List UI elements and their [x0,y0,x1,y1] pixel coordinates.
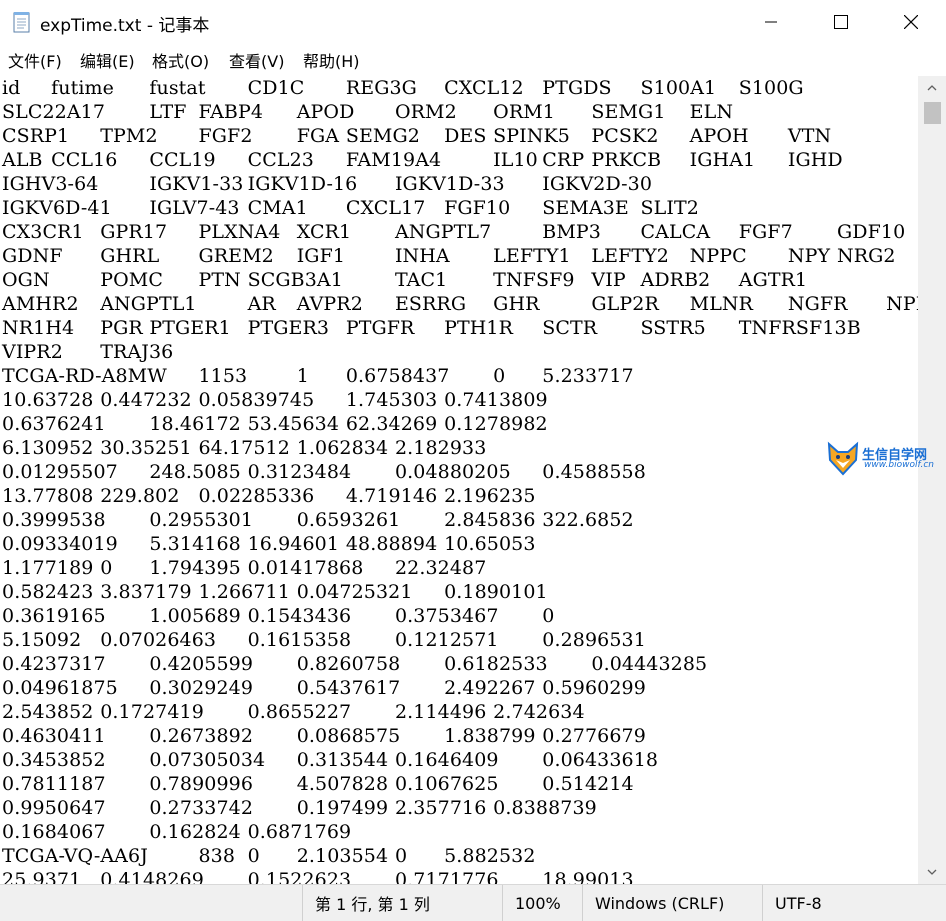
menu-help[interactable]: 帮助(H) [303,48,360,72]
title-bar[interactable]: expTime.txt - 记事本 [0,0,946,44]
scroll-down-button[interactable] [918,860,946,884]
menu-view[interactable]: 查看(V) [229,48,284,72]
chevron-up-icon [927,85,937,91]
notepad-icon [13,11,31,33]
notepad-window: expTime.txt - 记事本 文件(F) 编辑(E) 格式(O) 查看(V… [0,0,946,921]
cursor-position: 第 1 行, 第 1 列 [302,885,502,921]
maximize-button[interactable] [806,0,876,44]
menu-edit[interactable]: 编辑(E) [80,48,135,72]
scroll-up-button[interactable] [918,76,946,100]
close-button[interactable] [876,0,946,44]
minimize-button[interactable] [736,0,806,44]
window-title: expTime.txt - 记事本 [40,16,210,36]
zoom-level: 100% [502,885,582,921]
minimize-icon [765,21,777,23]
maximize-icon [834,15,848,29]
menu-file[interactable]: 文件(F) [8,48,62,72]
scroll-thumb[interactable] [924,102,941,124]
close-icon [904,15,918,29]
watermark: 生信自学网 www.biowolf.cn [824,438,944,478]
fox-logo-icon [827,441,859,476]
text-editor[interactable]: id futime fustat CD1C REG3G CXCL12 PTGDS… [0,76,918,884]
editor-content[interactable]: id futime fustat CD1C REG3G CXCL12 PTGDS… [0,76,918,884]
chevron-down-icon [927,869,937,875]
menu-format[interactable]: 格式(O) [152,48,209,72]
encoding: UTF-8 [762,885,946,921]
vertical-scrollbar[interactable] [918,76,946,884]
menu-bar: 文件(F) 编辑(E) 格式(O) 查看(V) 帮助(H) [0,44,946,74]
watermark-url: www.biowolf.cn [864,460,934,470]
status-bar: 第 1 行, 第 1 列 100% Windows (CRLF) UTF-8 [0,884,946,921]
line-ending: Windows (CRLF) [582,885,762,921]
